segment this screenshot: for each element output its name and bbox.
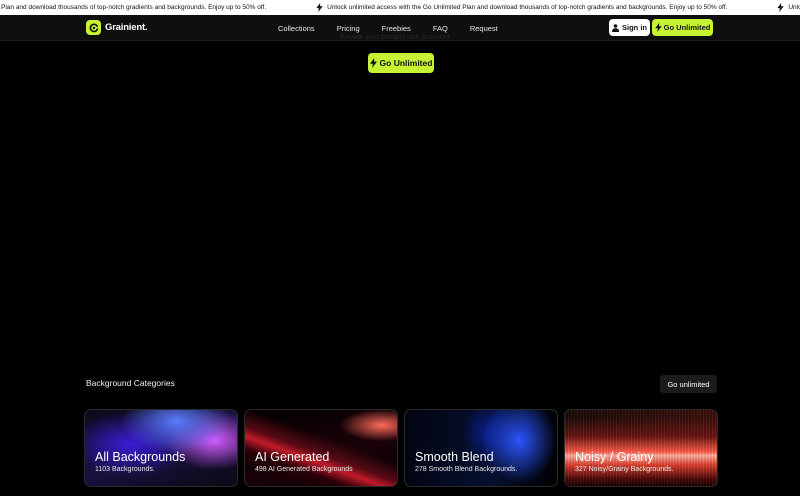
category-card-noisy-grainy[interactable]: Noisy / Grainy 327 Noisy/Grainy Backgrou… <box>564 409 718 487</box>
card-title: Noisy / Grainy <box>575 450 654 464</box>
hero-cta-label: Go Unlimited <box>379 58 433 68</box>
ticker-item: Unlock unlimited access with the Go Unli… <box>266 0 727 15</box>
hero-go-unlimited-button[interactable]: Go Unlimited <box>368 53 434 73</box>
ticker-text: Plan and download thousands of top-notch… <box>1 4 267 11</box>
ticker-item: Plan and download thousands of top-notch… <box>0 0 266 15</box>
ticker-text: Unlock unlimited access with the Go Unli… <box>327 4 728 11</box>
sign-in-button[interactable]: Sign in <box>609 19 650 36</box>
bolt-icon <box>777 3 785 12</box>
ticker-item: Unlock unli <box>727 0 800 15</box>
go-unlimited-label: Go Unlimited <box>663 23 711 32</box>
ticker-track: Plan and download thousands of top-notch… <box>0 0 800 15</box>
ticker-text: Unlock unli <box>788 4 800 11</box>
nav-link-faq[interactable]: FAQ <box>433 24 448 33</box>
hero-subtitle: Elevate your designs with Grainient. <box>340 34 452 41</box>
card-subtitle: 1103 Backgrounds. <box>95 466 155 473</box>
nav-link-request[interactable]: Request <box>470 24 498 33</box>
card-title: All Backgrounds <box>95 450 186 464</box>
brand-logo-icon <box>86 20 101 35</box>
nav-link-collections[interactable]: Collections <box>278 24 315 33</box>
card-subtitle: 327 Noisy/Grainy Backgrounds. <box>575 466 674 473</box>
card-title: AI Generated <box>255 450 330 464</box>
card-subtitle: 498 AI Generated Backgrounds <box>255 466 353 473</box>
announcement-ticker: Plan and download thousands of top-notch… <box>0 0 800 15</box>
nav-go-unlimited-button[interactable]: Go Unlimited <box>652 19 713 36</box>
sign-in-label: Sign in <box>622 23 647 32</box>
category-card-all-backgrounds[interactable]: All Backgrounds 1103 Backgrounds. <box>84 409 238 487</box>
card-title: Smooth Blend <box>415 450 494 464</box>
bolt-icon <box>654 23 662 32</box>
brand-name: Grainient. <box>105 22 148 33</box>
category-card-smooth-blend[interactable]: Smooth Blend 278 Smooth Blend Background… <box>404 409 558 487</box>
bolt-icon <box>316 3 323 12</box>
categories-go-unlimited-button[interactable]: Go unlimited <box>660 375 717 393</box>
nav-link-pricing[interactable]: Pricing <box>337 24 360 33</box>
grain-texture <box>565 410 717 486</box>
nav-link-freebies[interactable]: Freebies <box>382 24 411 33</box>
bolt-icon <box>369 58 377 68</box>
card-subtitle: 278 Smooth Blend Backgrounds. <box>415 466 518 473</box>
brand-logo-link[interactable]: Grainient. <box>86 20 148 35</box>
user-icon <box>612 23 619 32</box>
category-card-ai-generated[interactable]: AI Generated 498 AI Generated Background… <box>244 409 398 487</box>
section-title: Background Categories <box>86 378 175 388</box>
